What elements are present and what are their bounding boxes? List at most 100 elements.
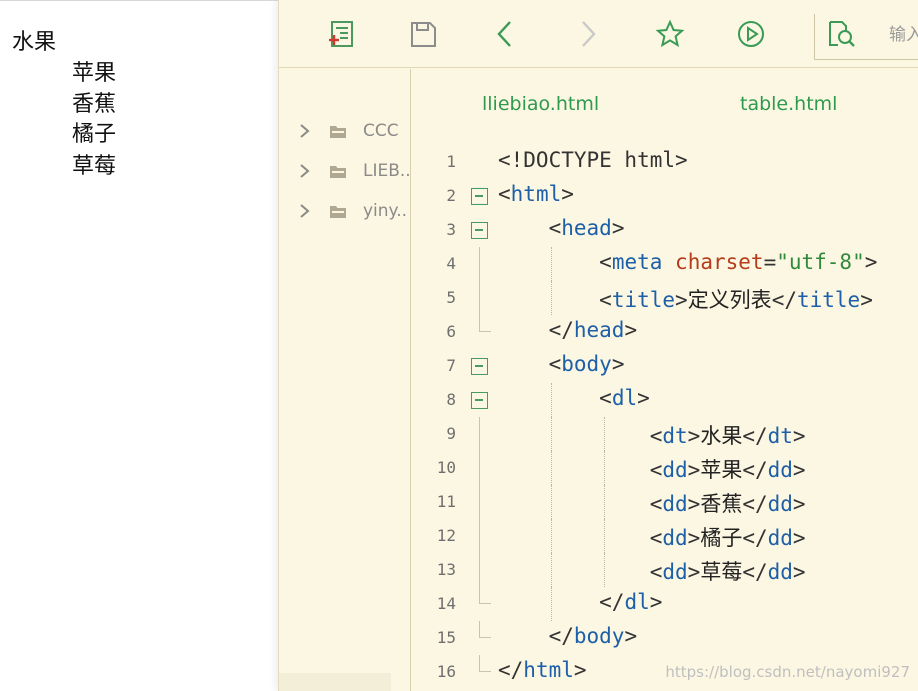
- dd-text: 橘子: [700, 526, 743, 550]
- fold-toggle-icon[interactable]: [471, 222, 488, 239]
- chevron-right-icon: [582, 21, 596, 47]
- back-button[interactable]: [490, 18, 522, 50]
- list-item: 苹果: [72, 61, 117, 86]
- watermark: https://blog.csdn.net/nayomi927: [665, 663, 910, 681]
- code-text: <dt>水果</dt>: [649, 424, 806, 448]
- code-line: 15 </body>: [412, 621, 918, 655]
- code-text: <dd>香蕉</dd>: [649, 492, 806, 516]
- code-line: 4 <meta charset="utf-8">: [412, 247, 918, 281]
- dd-text: 苹果: [700, 458, 743, 482]
- star-icon: [655, 19, 685, 48]
- fold-guide: [479, 519, 480, 553]
- title-text: 定义列表: [687, 288, 772, 312]
- code-editor: CCC LIEB.. yiny.. lliebiao.html table.ht…: [278, 0, 918, 691]
- file-tree-label: LIEB..: [363, 161, 411, 181]
- code-line: 11 <dd>香蕉</dd>: [412, 485, 918, 519]
- line-number: 9: [446, 424, 456, 443]
- fold-guide: [479, 485, 480, 519]
- fold-toggle-icon[interactable]: [471, 358, 488, 375]
- folder-icon: [329, 163, 347, 179]
- list-item: 草莓: [72, 154, 117, 179]
- find-input[interactable]: [889, 22, 918, 48]
- favorite-button[interactable]: [654, 18, 686, 50]
- chevron-right-icon[interactable]: [299, 162, 313, 180]
- fold-guide: [479, 247, 480, 281]
- code-text: <html>: [498, 182, 574, 206]
- code-text: <body>: [548, 352, 625, 376]
- line-number: 13: [436, 560, 456, 579]
- code-line: 7 <body>: [412, 349, 918, 383]
- save-icon: [411, 22, 436, 47]
- tab-lliebiao[interactable]: lliebiao.html: [482, 93, 599, 115]
- code-text: <title>定义列表</title>: [599, 288, 873, 312]
- code-text: <head>: [548, 216, 625, 240]
- chevron-right-icon[interactable]: [299, 202, 313, 220]
- folder-icon: [329, 123, 347, 139]
- fold-toggle-icon[interactable]: [471, 392, 488, 409]
- charset-value: "utf-8": [776, 250, 865, 274]
- play-circle-icon: [738, 21, 764, 47]
- code-text: <dl>: [599, 386, 650, 410]
- line-number: 11: [436, 492, 456, 511]
- find-box: [814, 14, 918, 60]
- fold-guide: [479, 417, 480, 451]
- code-line: 5 <title>定义列表</title>: [412, 281, 918, 315]
- code-line: 3 <head>: [412, 213, 918, 247]
- file-tree-label: yiny..: [363, 201, 408, 221]
- file-tree-footer: [279, 673, 391, 691]
- code-text: </html>: [498, 658, 587, 682]
- fold-guide-end: [479, 315, 491, 332]
- code-text: <dd>草莓</dd>: [649, 560, 806, 584]
- code-line: 9 <dt>水果</dt>: [412, 417, 918, 451]
- code-line: 13 <dd>草莓</dd>: [412, 553, 918, 587]
- code-text: <meta charset="utf-8">: [599, 250, 878, 274]
- code-line: 1 <!DOCTYPE html>: [412, 145, 918, 179]
- run-button[interactable]: [735, 18, 767, 50]
- fold-guide: [479, 553, 480, 587]
- line-number: 10: [436, 458, 456, 477]
- code-text: <!DOCTYPE html>: [498, 148, 688, 172]
- code-line: 10 <dd>苹果</dd>: [412, 451, 918, 485]
- fold-guide: [479, 281, 480, 315]
- line-number: 12: [436, 526, 456, 545]
- chevron-left-icon: [497, 21, 511, 47]
- dd-text: 草莓: [700, 560, 743, 584]
- code-line: 8 <dl>: [412, 383, 918, 417]
- line-number: 15: [436, 628, 456, 647]
- toolbar: [279, 0, 918, 68]
- fold-guide: [479, 451, 480, 485]
- line-number: 8: [446, 390, 456, 409]
- line-number: 6: [446, 322, 456, 341]
- forward-button[interactable]: [571, 18, 603, 50]
- file-tree-item[interactable]: CCC: [299, 118, 399, 144]
- fold-guide-end: [479, 655, 491, 672]
- list-item: 橘子: [72, 122, 117, 147]
- code-text: </dl>: [599, 590, 663, 614]
- code-line: 12 <dd>橘子</dd>: [412, 519, 918, 553]
- line-number: 2: [446, 186, 456, 205]
- dt-text: 水果: [700, 424, 743, 448]
- line-number: 7: [446, 356, 456, 375]
- code-line: 6 </head>: [412, 315, 918, 349]
- line-number: 1: [446, 152, 456, 171]
- code-text: <dd>橘子</dd>: [649, 526, 806, 550]
- line-number: 5: [446, 288, 456, 307]
- new-file-button[interactable]: [325, 18, 357, 50]
- new-file-icon: [329, 21, 353, 47]
- code-text: </body>: [548, 624, 638, 648]
- line-number: 14: [436, 594, 456, 613]
- chevron-right-icon[interactable]: [299, 122, 313, 140]
- file-tree-item[interactable]: LIEB..: [299, 158, 411, 184]
- line-number: 3: [446, 220, 456, 239]
- find-button[interactable]: [825, 18, 857, 50]
- line-number: 16: [436, 662, 456, 681]
- code-line: 14 </dl>: [412, 587, 918, 621]
- tab-table[interactable]: table.html: [740, 93, 837, 115]
- fold-toggle-icon[interactable]: [471, 188, 488, 205]
- code-area[interactable]: 1 <!DOCTYPE html> 2 <html> 3 <head> 4 <m…: [412, 145, 918, 691]
- code-line: 2 <html>: [412, 179, 918, 213]
- file-tree-item[interactable]: yiny..: [299, 198, 407, 224]
- code-text: <dd>苹果</dd>: [649, 458, 806, 482]
- browser-preview: 水果 苹果 香蕉 橘子 草莓: [0, 0, 278, 691]
- save-button[interactable]: [407, 18, 439, 50]
